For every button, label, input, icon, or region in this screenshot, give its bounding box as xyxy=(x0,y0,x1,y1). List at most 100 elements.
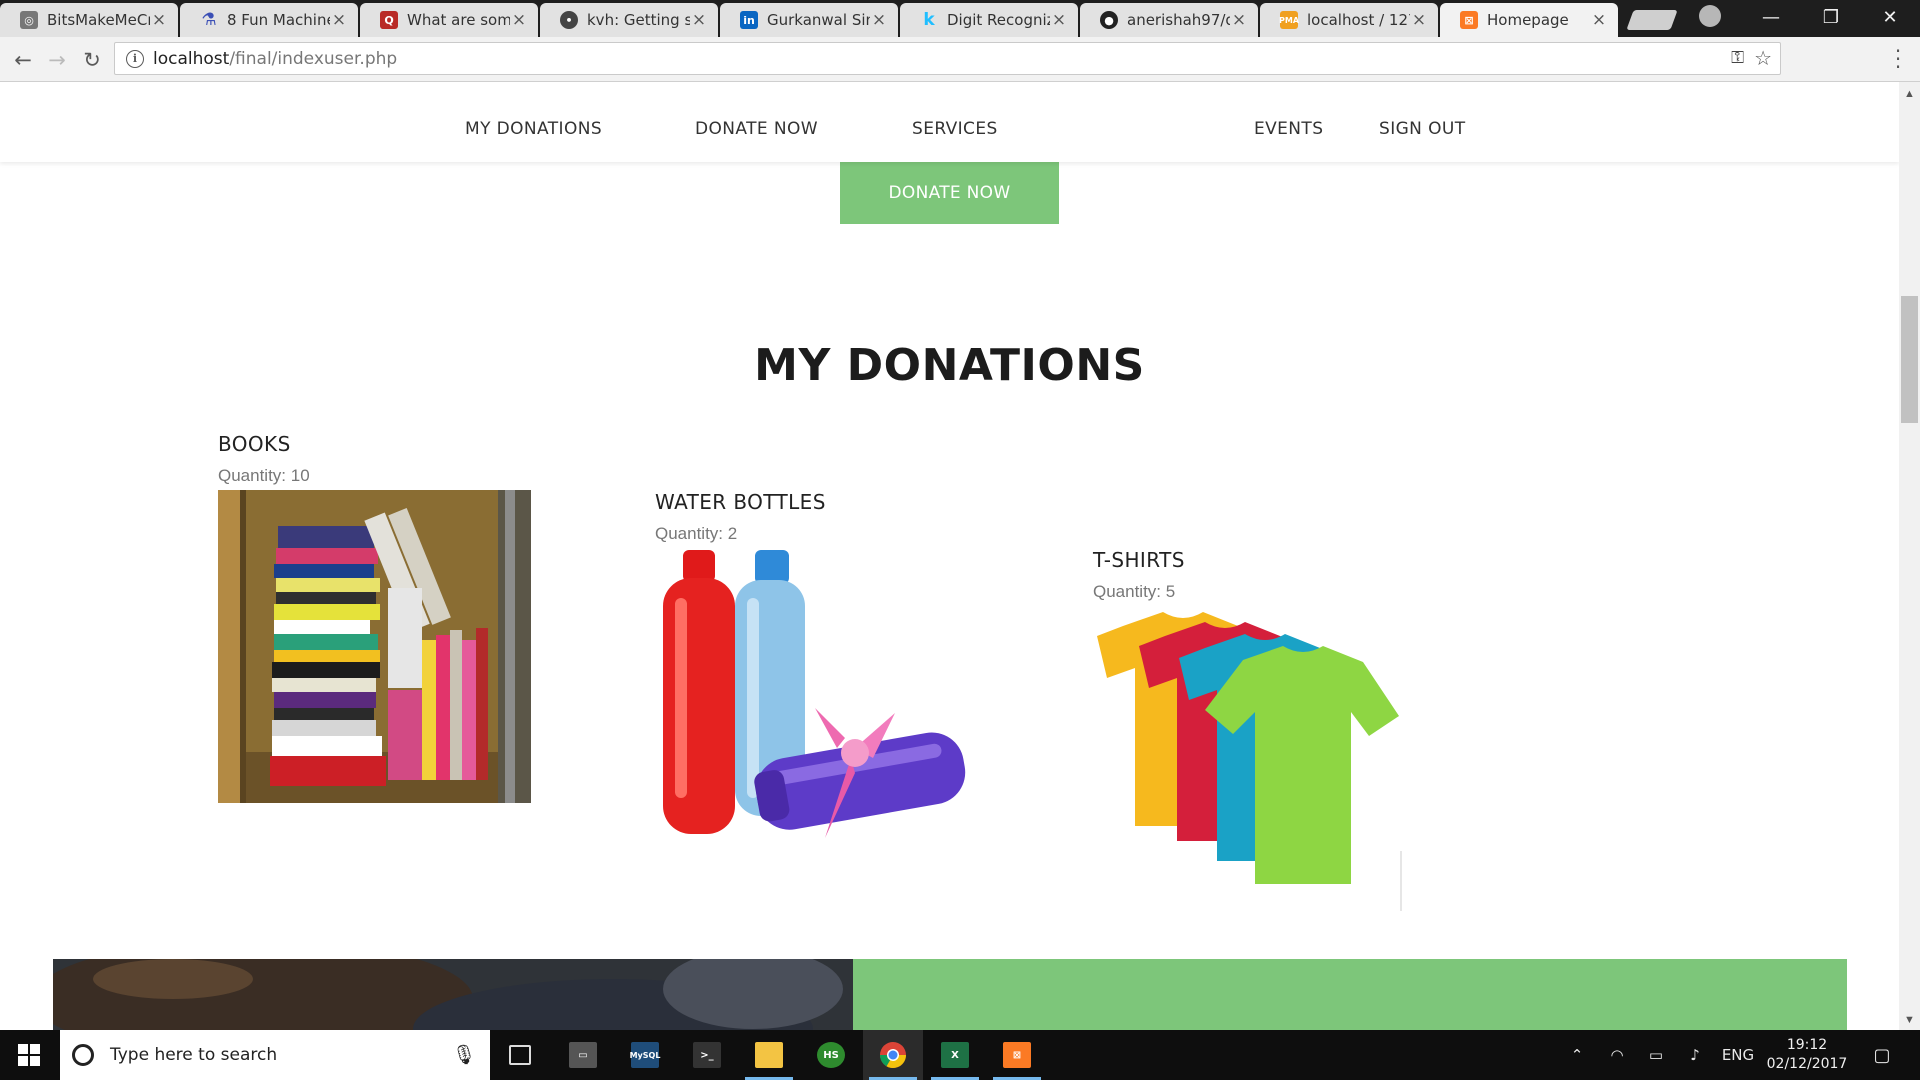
donation-item-water-bottles: WATER BOTTLES Quantity: 2 xyxy=(655,490,968,865)
task-view-icon[interactable] xyxy=(490,1030,550,1080)
key-icon[interactable]: ⚿ xyxy=(1731,48,1744,68)
github-icon: ● xyxy=(1100,11,1118,29)
cmd-icon[interactable]: >_ xyxy=(677,1030,737,1080)
site-navbar: MY DONATIONS DONATE NOW SERVICES EVENTS … xyxy=(0,82,1899,162)
reload-button[interactable]: ↻ xyxy=(77,45,107,75)
info-icon[interactable]: i xyxy=(126,49,144,68)
close-icon[interactable]: × xyxy=(1230,10,1248,30)
close-icon[interactable]: × xyxy=(330,10,348,30)
profile-icon[interactable] xyxy=(1699,5,1721,27)
close-window-icon[interactable]: ✕ xyxy=(1860,0,1920,34)
books-image xyxy=(218,490,531,807)
section-title: MY DONATIONS xyxy=(754,340,1145,391)
flask-icon: ⚗ xyxy=(201,10,217,30)
tab-title: BitsMakeMeCr xyxy=(47,11,150,29)
chevron-up-icon[interactable]: ⌃ xyxy=(1562,1030,1592,1080)
wifi-icon[interactable]: ◠ xyxy=(1602,1030,1632,1080)
back-button[interactable]: ← xyxy=(8,45,38,75)
tab-homepage[interactable]: ⊠ Homepage × xyxy=(1440,3,1618,37)
tab-kvh[interactable]: • kvh: Getting sta × xyxy=(540,3,718,37)
close-icon[interactable]: × xyxy=(870,10,888,30)
t-shirts-image xyxy=(1093,606,1406,923)
mysql-icon[interactable]: MySQL xyxy=(615,1030,675,1080)
donation-name: T-SHIRTS xyxy=(1093,548,1185,572)
windows-taskbar: Type here to search 🎙 ▭ MySQL >_ HS X ⊠ … xyxy=(0,1030,1920,1080)
cortana-icon xyxy=(72,1044,94,1066)
nav-my-donations[interactable]: MY DONATIONS xyxy=(465,119,602,139)
forward-button[interactable]: → xyxy=(42,45,72,75)
donation-item-books: BOOKS Quantity: 10 xyxy=(218,432,531,807)
address-bar[interactable]: i localhost/final/indexuser.php ⚿ ☆ xyxy=(114,42,1781,75)
close-icon[interactable]: × xyxy=(1050,10,1068,30)
new-tab-button[interactable] xyxy=(1626,10,1678,30)
file-explorer-icon[interactable] xyxy=(739,1030,799,1080)
volume-icon[interactable]: ♪ xyxy=(1680,1030,1710,1080)
linkedin-icon: in xyxy=(740,11,758,29)
avatar-icon: • xyxy=(560,11,578,29)
browser-tab-strip: ◎ BitsMakeMeCr × ⚗ 8 Fun Machine × Q Wha… xyxy=(0,0,1920,37)
tab-title: 8 Fun Machine xyxy=(227,11,330,29)
tab-title: Digit Recogniz xyxy=(947,11,1050,29)
nav-donate-now[interactable]: DONATE NOW xyxy=(695,119,818,139)
quora-icon: Q xyxy=(380,11,398,29)
minimize-icon[interactable]: — xyxy=(1741,0,1801,34)
donation-item-t-shirts: T-SHIRTS Quantity: 5 xyxy=(1093,548,1406,923)
donation-quantity: Quantity: 2 xyxy=(655,524,738,543)
donation-quantity: Quantity: 5 xyxy=(1093,582,1176,601)
tab-title: localhost / 127 xyxy=(1307,11,1410,29)
xampp-icon[interactable]: ⊠ xyxy=(987,1030,1047,1080)
donate-now-button[interactable]: DONATE NOW xyxy=(840,162,1059,224)
microphone-icon[interactable]: 🎙 xyxy=(452,1043,476,1067)
chrome-icon[interactable] xyxy=(863,1030,923,1080)
tab-title: What are some xyxy=(407,11,510,29)
clock-date: 02/12/2017 xyxy=(1766,1056,1848,1072)
url-path: /final/indexuser.php xyxy=(229,48,398,69)
phpmyadmin-icon: PMA xyxy=(1279,11,1299,29)
xampp-icon: ⊠ xyxy=(1460,11,1478,29)
scroll-up-icon[interactable]: ▲ xyxy=(1904,88,1915,100)
close-icon[interactable]: × xyxy=(1410,10,1428,30)
water-bottles-image xyxy=(655,548,968,865)
close-icon[interactable]: × xyxy=(150,10,168,30)
scroll-down-icon[interactable]: ▼ xyxy=(1904,1014,1915,1026)
tab-bitsmakemecrazy[interactable]: ◎ BitsMakeMeCr × xyxy=(0,3,178,37)
tab-title: Gurkanwal Sing xyxy=(767,11,870,29)
search-placeholder: Type here to search xyxy=(110,1045,278,1065)
tab-title: anerishah97/dc xyxy=(1127,11,1230,29)
page-scrollbar[interactable]: ▲ ▼ xyxy=(1899,82,1920,1030)
terminal-icon[interactable]: ▭ xyxy=(553,1030,613,1080)
donation-name: WATER BOTTLES xyxy=(655,490,826,514)
nav-sign-out[interactable]: SIGN OUT xyxy=(1379,119,1466,139)
scrollbar-thumb[interactable] xyxy=(1901,296,1918,423)
page-viewport: MY DONATIONS DONATE NOW SERVICES EVENTS … xyxy=(0,82,1899,1030)
tab-quora[interactable]: Q What are some × xyxy=(360,3,538,37)
system-clock[interactable]: 19:12 02/12/2017 xyxy=(1752,1036,1862,1074)
menu-icon[interactable]: · · · xyxy=(1891,41,1905,77)
tab-fun-machine[interactable]: ⚗ 8 Fun Machine × xyxy=(180,3,358,37)
globe-icon: ◎ xyxy=(20,11,38,29)
clock-time: 19:12 xyxy=(1786,1037,1828,1053)
close-icon[interactable]: × xyxy=(1590,10,1608,30)
excel-icon[interactable]: X xyxy=(925,1030,985,1080)
donation-name: BOOKS xyxy=(218,432,291,456)
battery-icon[interactable]: ▭ xyxy=(1641,1030,1671,1080)
bookmark-star-icon[interactable]: ☆ xyxy=(1754,46,1772,70)
close-icon[interactable]: × xyxy=(690,10,708,30)
tab-phpmyadmin[interactable]: PMA localhost / 127 × xyxy=(1260,3,1438,37)
close-icon[interactable]: × xyxy=(510,10,528,30)
hs-icon[interactable]: HS xyxy=(801,1030,861,1080)
banner-green-panel xyxy=(853,959,1847,1030)
taskbar-search-input[interactable]: Type here to search 🎙 xyxy=(60,1030,490,1080)
tab-title: kvh: Getting sta xyxy=(587,11,690,29)
start-button[interactable] xyxy=(0,1030,58,1080)
donation-quantity: Quantity: 10 xyxy=(218,466,310,485)
tab-github[interactable]: ● anerishah97/dc × xyxy=(1080,3,1258,37)
restore-icon[interactable]: ❐ xyxy=(1801,0,1861,34)
nav-services[interactable]: SERVICES xyxy=(912,119,998,139)
tab-list: ◎ BitsMakeMeCr × ⚗ 8 Fun Machine × Q Wha… xyxy=(0,3,1678,37)
tab-linkedin[interactable]: in Gurkanwal Sing × xyxy=(720,3,898,37)
tab-kaggle[interactable]: k Digit Recogniz × xyxy=(900,3,1078,37)
tab-title: Homepage xyxy=(1487,11,1569,29)
nav-events[interactable]: EVENTS xyxy=(1254,119,1323,139)
action-center-icon[interactable]: ▢ xyxy=(1862,1030,1902,1080)
